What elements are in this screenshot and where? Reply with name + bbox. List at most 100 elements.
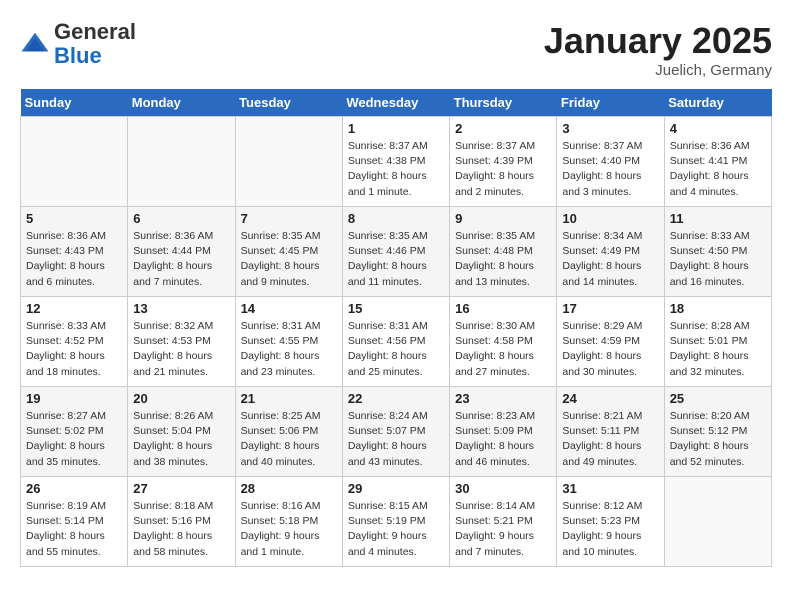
calendar-cell: 17Sunrise: 8:29 AMSunset: 4:59 PMDayligh…: [557, 297, 664, 387]
day-number: 29: [348, 481, 444, 496]
calendar-cell: 11Sunrise: 8:33 AMSunset: 4:50 PMDayligh…: [664, 207, 771, 297]
calendar-cell: [128, 117, 235, 207]
calendar-cell: 30 Sunrise: 8:14 AMSunset: 5:21 PMDayligh…: [450, 477, 557, 567]
calendar-cell: 7 Sunrise: 8:35 AMSunset: 4:45 PMDaylight…: [235, 207, 342, 297]
calendar-cell: [664, 477, 771, 567]
day-number: 18: [670, 301, 766, 316]
weekday-header-row: SundayMondayTuesdayWednesdayThursdayFrid…: [21, 89, 772, 117]
day-number: 6: [133, 211, 229, 226]
calendar-week-row: 12 Sunrise: 8:33 AMSunset: 4:52 PMDayligh…: [21, 297, 772, 387]
calendar-cell: 14 Sunrise: 8:31 AMSunset: 4:55 PMDayligh…: [235, 297, 342, 387]
day-info: Sunrise: 8:14 AMSunset: 5:21 PMDaylight:…: [455, 499, 551, 560]
calendar-cell: 20Sunrise: 8:26 AMSunset: 5:04 PMDayligh…: [128, 387, 235, 477]
calendar-cell: 27Sunrise: 8:18 AMSunset: 5:16 PMDayligh…: [128, 477, 235, 567]
calendar-cell: 3Sunrise: 8:37 AMSunset: 4:40 PMDaylight…: [557, 117, 664, 207]
day-info: Sunrise: 8:12 AMSunset: 5:23 PMDaylight:…: [562, 499, 658, 560]
day-info: Sunrise: 8:25 AMSunset: 5:06 PMDaylight:…: [241, 409, 337, 470]
day-number: 11: [670, 211, 766, 226]
day-number: 7: [241, 211, 337, 226]
weekday-header: Saturday: [664, 89, 771, 117]
day-number: 2: [455, 121, 551, 136]
day-info: Sunrise: 8:33 AMSunset: 4:52 PMDaylight:…: [26, 319, 122, 380]
day-info: Sunrise: 8:35 AMSunset: 4:45 PMDaylight:…: [241, 229, 337, 290]
day-number: 10: [562, 211, 658, 226]
day-info: Sunrise: 8:31 AMSunset: 4:55 PMDaylight:…: [241, 319, 337, 380]
calendar-cell: 21 Sunrise: 8:25 AMSunset: 5:06 PMDayligh…: [235, 387, 342, 477]
day-number: 22: [348, 391, 444, 406]
day-info: Sunrise: 8:20 AMSunset: 5:12 PMDaylight:…: [670, 409, 766, 470]
calendar-cell: 29 Sunrise: 8:15 AMSunset: 5:19 PMDayligh…: [342, 477, 449, 567]
day-info: Sunrise: 8:28 AMSunset: 5:01 PMDaylight:…: [670, 319, 766, 380]
day-number: 31: [562, 481, 658, 496]
day-info: Sunrise: 8:26 AMSunset: 5:04 PMDaylight:…: [133, 409, 229, 470]
day-number: 16: [455, 301, 551, 316]
calendar-table: SundayMondayTuesdayWednesdayThursdayFrid…: [20, 89, 772, 567]
weekday-header: Wednesday: [342, 89, 449, 117]
calendar-cell: 5Sunrise: 8:36 AMSunset: 4:43 PMDaylight…: [21, 207, 128, 297]
day-number: 12: [26, 301, 122, 316]
weekday-header: Thursday: [450, 89, 557, 117]
calendar-cell: [21, 117, 128, 207]
day-number: 24: [562, 391, 658, 406]
day-number: 9: [455, 211, 551, 226]
day-info: Sunrise: 8:35 AMSunset: 4:48 PMDaylight:…: [455, 229, 551, 290]
day-info: Sunrise: 8:21 AMSunset: 5:11 PMDaylight:…: [562, 409, 658, 470]
calendar-week-row: 5Sunrise: 8:36 AMSunset: 4:43 PMDaylight…: [21, 207, 772, 297]
calendar-cell: 26 Sunrise: 8:19 AMSunset: 5:14 PMDayligh…: [21, 477, 128, 567]
logo-icon: [20, 29, 50, 59]
calendar-cell: 1 Sunrise: 8:37 AMSunset: 4:38 PMDaylight…: [342, 117, 449, 207]
calendar-cell: 9 Sunrise: 8:35 AMSunset: 4:48 PMDaylight…: [450, 207, 557, 297]
day-info: Sunrise: 8:23 AMSunset: 5:09 PMDaylight:…: [455, 409, 551, 470]
day-info: Sunrise: 8:19 AMSunset: 5:14 PMDaylight:…: [26, 499, 122, 560]
day-number: 26: [26, 481, 122, 496]
day-info: Sunrise: 8:37 AMSunset: 4:38 PMDaylight:…: [348, 139, 444, 200]
day-number: 23: [455, 391, 551, 406]
day-number: 1: [348, 121, 444, 136]
calendar-cell: 8 Sunrise: 8:35 AMSunset: 4:46 PMDaylight…: [342, 207, 449, 297]
day-info: Sunrise: 8:36 AMSunset: 4:44 PMDaylight:…: [133, 229, 229, 290]
calendar-cell: 22 Sunrise: 8:24 AMSunset: 5:07 PMDayligh…: [342, 387, 449, 477]
calendar-cell: 31 Sunrise: 8:12 AMSunset: 5:23 PMDayligh…: [557, 477, 664, 567]
logo: General Blue: [20, 20, 136, 68]
calendar-cell: 28Sunrise: 8:16 AMSunset: 5:18 PMDayligh…: [235, 477, 342, 567]
day-info: Sunrise: 8:15 AMSunset: 5:19 PMDaylight:…: [348, 499, 444, 560]
day-info: Sunrise: 8:32 AMSunset: 4:53 PMDaylight:…: [133, 319, 229, 380]
day-info: Sunrise: 8:37 AMSunset: 4:40 PMDaylight:…: [562, 139, 658, 200]
day-number: 15: [348, 301, 444, 316]
calendar-cell: 2Sunrise: 8:37 AMSunset: 4:39 PMDaylight…: [450, 117, 557, 207]
weekday-header: Sunday: [21, 89, 128, 117]
month-title: January 2025: [544, 20, 772, 62]
calendar-cell: [235, 117, 342, 207]
calendar-cell: 6 Sunrise: 8:36 AMSunset: 4:44 PMDaylight…: [128, 207, 235, 297]
weekday-header: Monday: [128, 89, 235, 117]
calendar-cell: 24 Sunrise: 8:21 AMSunset: 5:11 PMDayligh…: [557, 387, 664, 477]
logo-text: General Blue: [54, 20, 136, 68]
day-info: Sunrise: 8:30 AMSunset: 4:58 PMDaylight:…: [455, 319, 551, 380]
day-number: 5: [26, 211, 122, 226]
logo-blue: Blue: [54, 43, 102, 68]
day-number: 21: [241, 391, 337, 406]
calendar-cell: 25Sunrise: 8:20 AMSunset: 5:12 PMDayligh…: [664, 387, 771, 477]
day-info: Sunrise: 8:29 AMSunset: 4:59 PMDaylight:…: [562, 319, 658, 380]
calendar-cell: 18 Sunrise: 8:28 AMSunset: 5:01 PMDayligh…: [664, 297, 771, 387]
calendar-week-row: 19Sunrise: 8:27 AMSunset: 5:02 PMDayligh…: [21, 387, 772, 477]
day-number: 28: [241, 481, 337, 496]
calendar-week-row: 26 Sunrise: 8:19 AMSunset: 5:14 PMDayligh…: [21, 477, 772, 567]
day-number: 14: [241, 301, 337, 316]
day-info: Sunrise: 8:24 AMSunset: 5:07 PMDaylight:…: [348, 409, 444, 470]
day-info: Sunrise: 8:36 AMSunset: 4:41 PMDaylight:…: [670, 139, 766, 200]
day-info: Sunrise: 8:18 AMSunset: 5:16 PMDaylight:…: [133, 499, 229, 560]
day-number: 8: [348, 211, 444, 226]
weekday-header: Tuesday: [235, 89, 342, 117]
day-number: 30: [455, 481, 551, 496]
calendar-cell: 12 Sunrise: 8:33 AMSunset: 4:52 PMDayligh…: [21, 297, 128, 387]
calendar-cell: 10 Sunrise: 8:34 AMSunset: 4:49 PMDayligh…: [557, 207, 664, 297]
day-info: Sunrise: 8:27 AMSunset: 5:02 PMDaylight:…: [26, 409, 122, 470]
calendar-cell: 4Sunrise: 8:36 AMSunset: 4:41 PMDaylight…: [664, 117, 771, 207]
day-info: Sunrise: 8:35 AMSunset: 4:46 PMDaylight:…: [348, 229, 444, 290]
location-subtitle: Juelich, Germany: [544, 62, 772, 79]
day-info: Sunrise: 8:34 AMSunset: 4:49 PMDaylight:…: [562, 229, 658, 290]
calendar-cell: 19Sunrise: 8:27 AMSunset: 5:02 PMDayligh…: [21, 387, 128, 477]
weekday-header: Friday: [557, 89, 664, 117]
day-info: Sunrise: 8:31 AMSunset: 4:56 PMDaylight:…: [348, 319, 444, 380]
